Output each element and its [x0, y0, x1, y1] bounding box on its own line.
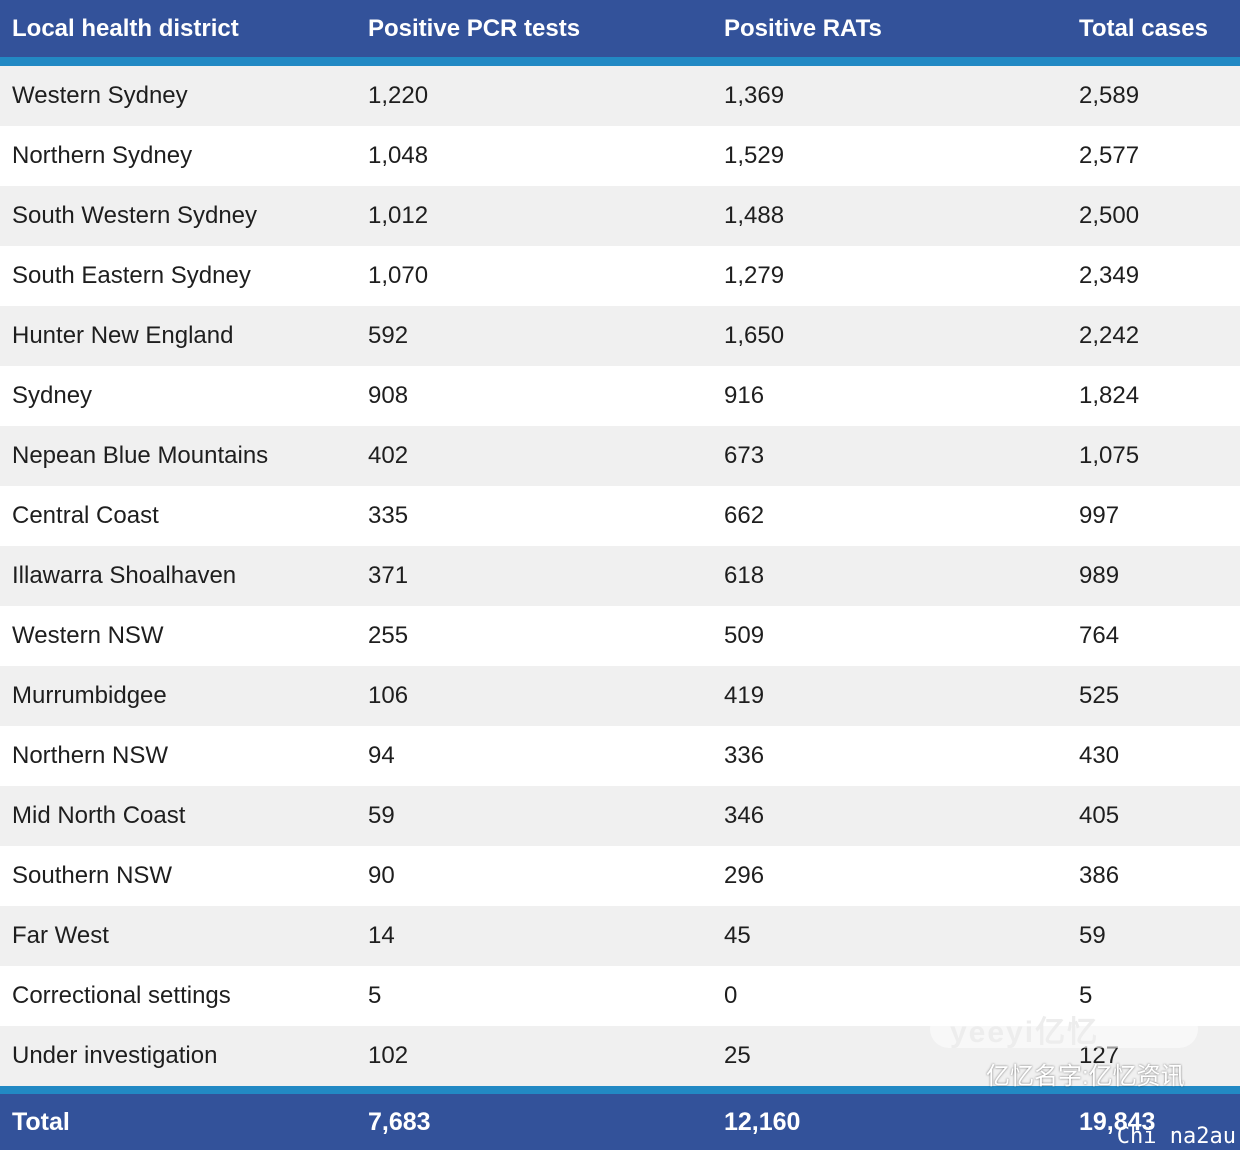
- cell-pcr: 90: [368, 862, 395, 889]
- header-district: Local health district: [12, 14, 239, 42]
- cell-district: Western Sydney: [12, 82, 188, 109]
- cell-rats: 1,488: [724, 202, 785, 229]
- cell-pcr: 1,048: [368, 142, 429, 169]
- cell-pcr: 371: [368, 562, 409, 589]
- cell-pcr: 106: [368, 682, 409, 709]
- table-header: Local health district Positive PCR tests…: [0, 0, 1240, 57]
- cell-pcr: 1,070: [368, 262, 429, 289]
- cell-rats: 45: [724, 922, 751, 949]
- table-row: Western NSW 255 509 764: [0, 606, 1240, 666]
- table-row: South Eastern Sydney 1,070 1,279 2,349: [0, 246, 1240, 306]
- table-row: Northern Sydney 1,048 1,529 2,577: [0, 126, 1240, 186]
- cell-total: 2,500: [1079, 202, 1140, 229]
- cell-rats: 1,529: [724, 142, 785, 169]
- header-total: Total cases: [1079, 14, 1208, 42]
- table-row: Sydney 908 916 1,824: [0, 366, 1240, 426]
- table-row: Southern NSW 90 296 386: [0, 846, 1240, 906]
- cell-pcr: 102: [368, 1042, 409, 1069]
- cell-rats: 419: [724, 682, 765, 709]
- cell-rats: 673: [724, 442, 765, 469]
- table-row: Illawarra Shoalhaven 371 618 989: [0, 546, 1240, 606]
- cell-district: Western NSW: [12, 622, 164, 649]
- cell-total: 764: [1079, 622, 1120, 649]
- cell-district: Under investigation: [12, 1042, 218, 1069]
- cell-total: 525: [1079, 682, 1120, 709]
- cell-rats: 662: [724, 502, 765, 529]
- cell-pcr: 5: [368, 982, 382, 1009]
- cell-total: 989: [1079, 562, 1120, 589]
- watermark-text: 亿忆名字:亿忆资讯: [986, 1063, 1185, 1090]
- table-row: Central Coast 335 662 997: [0, 486, 1240, 546]
- cell-district: Far West: [12, 922, 109, 949]
- cell-rats: 296: [724, 862, 765, 889]
- table-row: Far West 14 45 59: [0, 906, 1240, 966]
- cases-table: Local health district Positive PCR tests…: [0, 0, 1240, 1150]
- table-row: Western Sydney 1,220 1,369 2,589: [0, 66, 1240, 126]
- cell-total: 997: [1079, 502, 1120, 529]
- cell-rats: 1,279: [724, 262, 785, 289]
- cell-rats: 0: [724, 982, 738, 1009]
- cell-pcr: 94: [368, 742, 395, 769]
- cell-pcr: 1,220: [368, 82, 429, 109]
- header-pcr: Positive PCR tests: [368, 14, 581, 42]
- cell-district: Sydney: [12, 382, 93, 409]
- cell-total: 386: [1079, 862, 1120, 889]
- cell-district: Southern NSW: [12, 862, 173, 889]
- cell-district: Northern Sydney: [12, 142, 193, 169]
- cell-pcr: 402: [368, 442, 409, 469]
- cell-total: 1,824: [1079, 382, 1140, 409]
- cell-total: 2,577: [1079, 142, 1140, 169]
- table-row: Nepean Blue Mountains 402 673 1,075: [0, 426, 1240, 486]
- table-row: Hunter New England 592 1,650 2,242: [0, 306, 1240, 366]
- cell-pcr: 908: [368, 382, 409, 409]
- cell-district: Illawarra Shoalhaven: [12, 562, 237, 589]
- cell-rats: 916: [724, 382, 765, 409]
- total-rats: 12,160: [724, 1107, 801, 1136]
- cell-pcr: 59: [368, 802, 395, 829]
- cell-total: 59: [1079, 922, 1106, 949]
- cell-district: Northern NSW: [12, 742, 169, 769]
- cell-total: 430: [1079, 742, 1120, 769]
- table-row: Mid North Coast 59 346 405: [0, 786, 1240, 846]
- table-body: Western Sydney 1,220 1,369 2,589 Northern Sy…: [0, 66, 1240, 1086]
- header-divider: [0, 57, 1240, 66]
- cell-district: South Eastern Sydney: [12, 262, 251, 289]
- cell-pcr: 1,012: [368, 202, 429, 229]
- cell-district: Nepean Blue Mountains: [12, 442, 269, 469]
- cell-pcr: 14: [368, 922, 395, 949]
- table-row: Northern NSW 94 336 430: [0, 726, 1240, 786]
- cell-district: Hunter New England: [12, 322, 234, 349]
- total-label: Total: [12, 1107, 70, 1136]
- header-rats: Positive RATs: [724, 14, 882, 42]
- cell-district: Mid North Coast: [12, 802, 186, 829]
- cell-pcr: 335: [368, 502, 409, 529]
- cell-total: 2,589: [1079, 82, 1140, 109]
- cell-pcr: 592: [368, 322, 409, 349]
- cell-rats: 1,369: [724, 82, 785, 109]
- cell-total: 2,349: [1079, 262, 1140, 289]
- cell-district: South Western Sydney: [12, 202, 258, 229]
- cell-total: 1,075: [1079, 442, 1140, 469]
- cell-district: Correctional settings: [12, 982, 231, 1009]
- table-total-row: Total 7,683 12,160 19,843: [0, 1094, 1240, 1150]
- cell-total: 405: [1079, 802, 1120, 829]
- cell-rats: 1,650: [724, 322, 785, 349]
- cell-rats: 346: [724, 802, 765, 829]
- cell-rats: 509: [724, 622, 765, 649]
- cell-district: Central Coast: [12, 502, 159, 529]
- cell-rats: 618: [724, 562, 765, 589]
- table-row: South Western Sydney 1,012 1,488 2,500: [0, 186, 1240, 246]
- cell-district: Murrumbidgee: [12, 682, 167, 709]
- total-pcr: 7,683: [368, 1107, 431, 1136]
- cell-rats: 336: [724, 742, 765, 769]
- cell-rats: 25: [724, 1042, 751, 1069]
- cell-total: 2,242: [1079, 322, 1140, 349]
- cell-pcr: 255: [368, 622, 409, 649]
- table-row: Murrumbidgee 106 419 525: [0, 666, 1240, 726]
- watermark-corner-text: Chi na2au: [1116, 1124, 1236, 1149]
- watermark-logo: yeeyi亿忆: [930, 1010, 1198, 1049]
